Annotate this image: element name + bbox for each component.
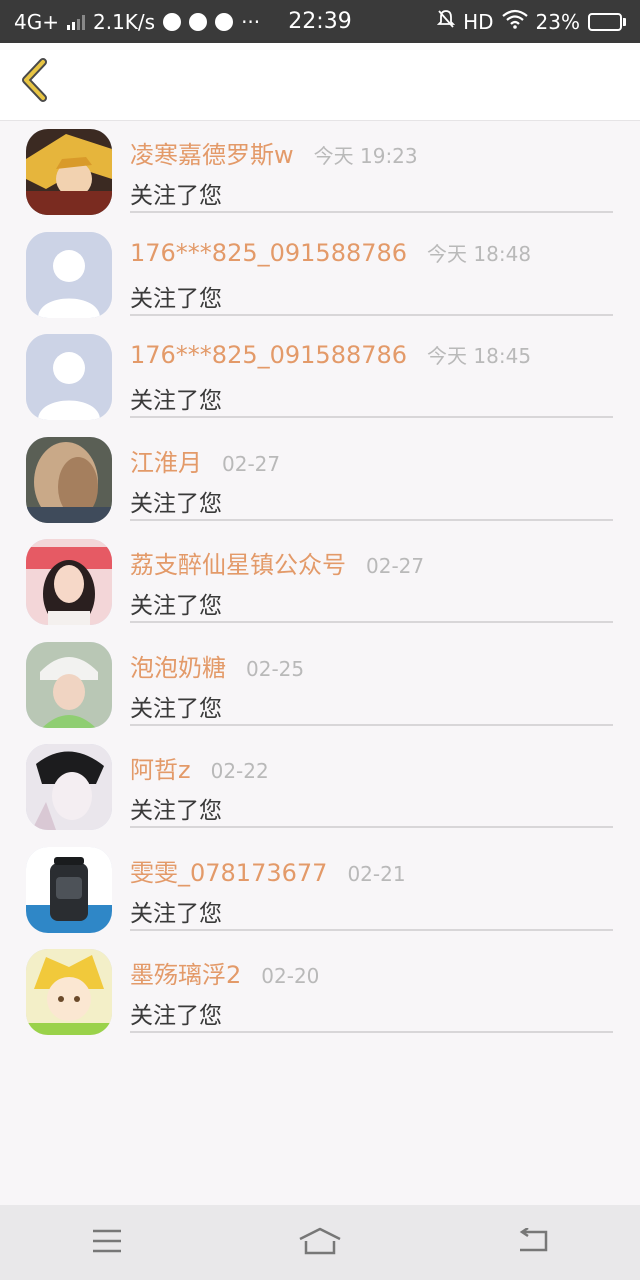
menu-button[interactable] — [77, 1218, 137, 1268]
list-item-content: 泡泡奶糖 02-25 关注了您 — [130, 648, 613, 726]
list-item[interactable]: 江淮月 02-27 关注了您 — [0, 429, 640, 532]
list-item-content: 凌寒嘉德罗斯w 今天 19:23 关注了您 — [130, 135, 613, 213]
timestamp: 02-20 — [261, 964, 320, 988]
action-text: 关注了您 — [130, 490, 222, 517]
mute-bell-icon — [436, 9, 456, 34]
action-text: 关注了您 — [130, 798, 222, 824]
name-line: 雯雯_078173677 02-21 — [130, 853, 613, 887]
nickname[interactable]: 雯雯_078173677 — [130, 853, 327, 888]
name-line: 阿哲z 02-22 — [130, 750, 613, 784]
nickname[interactable]: 阿哲z — [130, 750, 191, 785]
cloud-icon — [163, 12, 182, 31]
status-left: 4G+ 2.1K/s ··· — [14, 10, 260, 34]
action-text: 关注了您 — [130, 388, 222, 414]
battery-icon — [588, 12, 626, 31]
timestamp: 今天 18:48 — [427, 241, 532, 266]
timestamp: 02-21 — [347, 861, 406, 886]
avatar[interactable] — [26, 539, 112, 625]
chevron-left-icon — [19, 58, 49, 106]
avatar[interactable] — [26, 436, 112, 523]
action-text: 关注了您 — [130, 900, 222, 927]
list-item-content: 雯雯_078173677 02-21 关注了您 — [130, 853, 613, 931]
list-item[interactable]: 阿哲z 02-22 关注了您 — [0, 736, 640, 839]
list-item-content: 176***825_091588786 今天 18:45 关注了您 — [130, 340, 613, 418]
list-item[interactable]: 雯雯_078173677 02-21 关注了您 — [0, 839, 640, 942]
app-notification-icon — [189, 12, 208, 31]
timestamp: 02-22 — [210, 759, 269, 783]
name-line: 荔支醉仙星镇公众号 02-27 — [130, 545, 613, 579]
more-notifications: ··· — [241, 9, 261, 34]
name-line: 江淮月 02-27 — [130, 443, 613, 477]
list-item[interactable]: 泡泡奶糖 02-25 关注了您 — [0, 634, 640, 737]
home-button[interactable] — [290, 1218, 350, 1268]
avatar[interactable] — [26, 846, 112, 933]
hd-label: HD — [463, 9, 494, 34]
avatar[interactable] — [26, 334, 112, 420]
name-line: 泡泡奶糖 02-25 — [130, 648, 613, 682]
status-right: HD 23% — [436, 9, 626, 34]
menu-icon — [91, 1228, 123, 1258]
home-icon — [298, 1227, 342, 1259]
name-line: 176***825_091588786 今天 18:48 — [130, 238, 613, 272]
return-button[interactable] — [503, 1218, 563, 1268]
back-button[interactable] — [14, 57, 54, 107]
battery-percent: 23% — [535, 9, 580, 34]
nickname[interactable]: 江淮月 — [130, 443, 202, 478]
return-icon — [516, 1226, 550, 1258]
list-item[interactable]: 176***825_091588786 今天 18:45 关注了您 — [0, 326, 640, 429]
avatar[interactable] — [26, 949, 112, 1035]
list-item-content: 荔支醉仙星镇公众号 02-27 关注了您 — [130, 545, 613, 623]
name-line: 176***825_091588786 今天 18:45 — [130, 340, 613, 374]
action-text: 关注了您 — [130, 695, 222, 722]
list-item[interactable]: 墨殇璃浮2 02-20 关注了您 — [0, 941, 640, 1044]
timestamp: 02-27 — [366, 554, 425, 578]
timestamp: 02-25 — [246, 656, 305, 681]
nickname[interactable]: 泡泡奶糖 — [130, 648, 226, 683]
action-text: 关注了您 — [130, 593, 222, 619]
nickname[interactable]: 凌寒嘉德罗斯w — [130, 135, 294, 170]
list-item-content: 墨殇璃浮2 02-20 关注了您 — [130, 955, 613, 1033]
follower-list: 凌寒嘉德罗斯w 今天 19:23 关注了您 176***825_091588786 今天… — [0, 121, 640, 1044]
timestamp: 今天 19:23 — [313, 144, 418, 168]
list-item[interactable]: 凌寒嘉德罗斯w 今天 19:23 关注了您 — [0, 121, 640, 224]
avatar[interactable] — [26, 641, 112, 728]
list-item-content: 176***825_091588786 今天 18:48 关注了您 — [130, 238, 613, 316]
nickname[interactable]: 176***825_091588786 — [130, 341, 407, 369]
nickname[interactable]: 176***825_091588786 — [130, 239, 407, 267]
list-item-content: 江淮月 02-27 关注了您 — [130, 443, 613, 521]
signal-icon — [66, 14, 85, 30]
nickname[interactable]: 荔支醉仙星镇公众号 — [130, 545, 346, 580]
list-item-content: 阿哲z 02-22 关注了您 — [130, 750, 613, 828]
action-text: 关注了您 — [130, 1003, 222, 1029]
avatar[interactable] — [26, 744, 112, 830]
list-item[interactable]: 176***825_091588786 今天 18:48 关注了您 — [0, 224, 640, 327]
timestamp: 今天 18:45 — [427, 344, 532, 368]
network-type: 4G+ — [14, 9, 59, 34]
avatar[interactable] — [26, 231, 112, 318]
timestamp: 02-27 — [222, 451, 281, 476]
action-text: 关注了您 — [130, 285, 222, 312]
wifi-icon — [501, 9, 528, 34]
name-line: 墨殇璃浮2 02-20 — [130, 955, 613, 989]
browser-notification-icon — [215, 12, 234, 31]
action-text: 关注了您 — [130, 183, 222, 209]
list-item[interactable]: 荔支醉仙星镇公众号 02-27 关注了您 — [0, 531, 640, 634]
nickname[interactable]: 墨殇璃浮2 — [130, 955, 241, 990]
top-bar — [0, 43, 640, 121]
name-line: 凌寒嘉德罗斯w 今天 19:23 — [130, 135, 613, 169]
avatar[interactable] — [26, 129, 112, 215]
status-bar: 4G+ 2.1K/s ··· 22:39 HD 23% — [0, 0, 640, 43]
system-nav-bar — [0, 1205, 640, 1280]
network-speed: 2.1K/s — [92, 9, 156, 34]
